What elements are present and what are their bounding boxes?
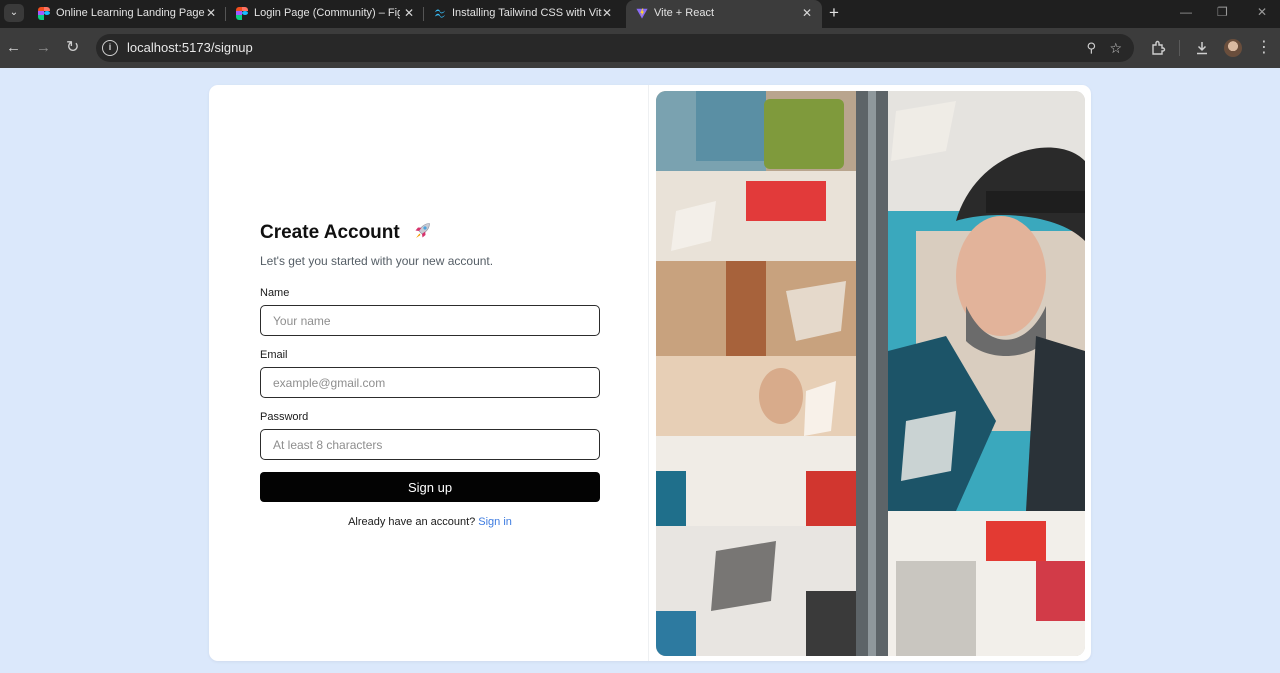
extensions-icon[interactable] (1150, 40, 1166, 56)
password-field-group: Password (260, 411, 600, 460)
password-label: Password (260, 411, 309, 423)
tab-vite-react[interactable]: Vite + React ✕ (626, 0, 822, 28)
close-icon[interactable]: ✕ (802, 0, 812, 26)
back-icon[interactable]: ← (6, 28, 21, 68)
email-input[interactable] (260, 367, 600, 398)
tab-strip: ⌄ Online Learning Landing Page ( ✕ Login… (0, 0, 1280, 28)
bookmark-star-icon[interactable]: ☆ (1109, 34, 1122, 62)
card-divider (648, 85, 649, 661)
restore-icon[interactable]: ❐ (1217, 0, 1228, 24)
rocket-icon (415, 223, 430, 238)
browser-toolbar: ← → ↻ i localhost:5173/signup ⚲ ☆ ⋮ (0, 28, 1280, 68)
minimize-icon[interactable]: — (1180, 0, 1192, 24)
tailwind-icon (434, 9, 446, 18)
menu-kebab-icon[interactable]: ⋮ (1256, 28, 1272, 68)
close-icon[interactable]: ✕ (602, 0, 612, 26)
vite-icon (636, 8, 648, 19)
download-icon[interactable] (1194, 40, 1210, 56)
password-input[interactable] (260, 429, 600, 460)
new-tab-button[interactable]: + (829, 0, 839, 26)
name-input[interactable] (260, 305, 600, 336)
url-text[interactable]: localhost:5173/signup (127, 34, 253, 62)
email-label: Email (260, 349, 288, 361)
page-title-text: Create Account (260, 222, 400, 243)
tab-title: Login Page (Community) – Figm (254, 7, 400, 19)
tab-online-learning[interactable]: Online Learning Landing Page ( ✕ (28, 0, 226, 28)
figma-icon (236, 7, 248, 20)
address-bar[interactable]: i localhost:5173/signup ⚲ ☆ (96, 34, 1134, 62)
signup-form: Create Account Let's get you started wit… (260, 221, 600, 528)
tab-title: Online Learning Landing Page ( (56, 7, 206, 19)
close-icon[interactable]: ✕ (404, 0, 414, 26)
name-field-group: Name (260, 287, 600, 336)
figma-icon (38, 7, 50, 20)
tab-tailwind[interactable]: Installing Tailwind CSS with Vite ✕ (424, 0, 622, 28)
signup-card: Create Account Let's get you started wit… (209, 85, 1091, 661)
tab-title: Installing Tailwind CSS with Vite (452, 7, 602, 19)
name-label: Name (260, 287, 290, 299)
signin-link[interactable]: Sign in (478, 516, 512, 528)
email-field-group: Email (260, 349, 600, 398)
site-info-icon[interactable]: i (102, 40, 118, 56)
tab-title: Vite + React (654, 7, 715, 19)
zoom-icon[interactable]: ⚲ (1086, 34, 1096, 62)
window-close-icon[interactable]: ✕ (1257, 0, 1267, 24)
forward-icon[interactable]: → (36, 28, 51, 68)
reload-icon[interactable]: ↻ (66, 28, 79, 68)
collage-image (656, 91, 1085, 656)
signin-prompt: Already have an account? (348, 516, 476, 528)
page-subtitle: Let's get you started with your new acco… (260, 254, 494, 268)
toolbar-separator (1179, 40, 1180, 56)
profile-avatar[interactable] (1224, 39, 1242, 57)
signin-row: Already have an account? Sign in (260, 516, 600, 528)
close-icon[interactable]: ✕ (206, 0, 216, 26)
tab-search-icon[interactable]: ⌄ (4, 4, 24, 22)
signup-button[interactable]: Sign up (260, 472, 600, 502)
tab-login-page[interactable]: Login Page (Community) – Figm ✕ (226, 0, 424, 28)
page-title: Create Account (260, 221, 600, 245)
